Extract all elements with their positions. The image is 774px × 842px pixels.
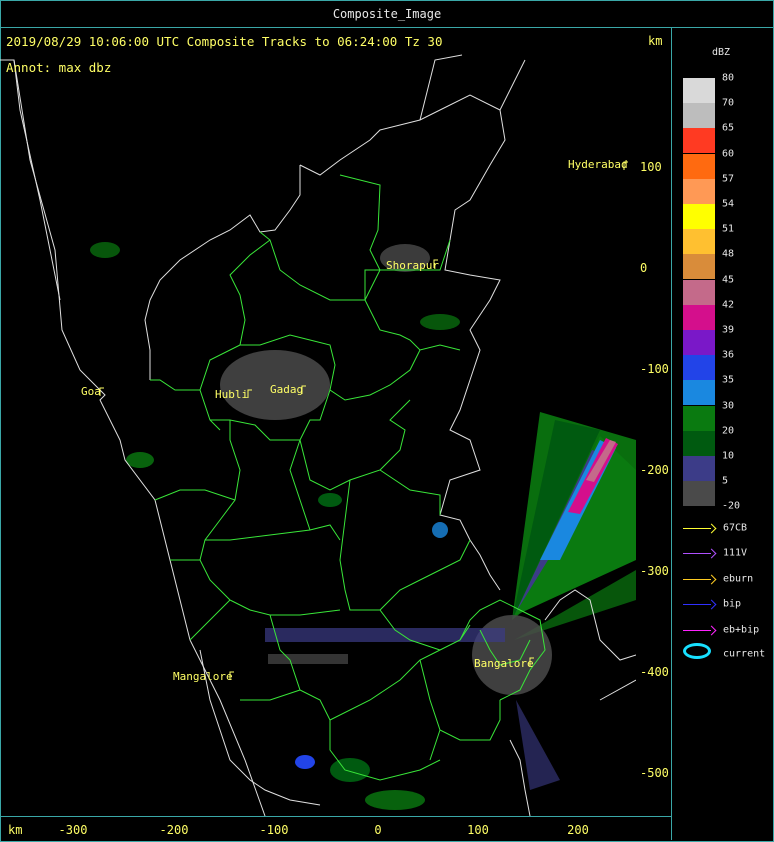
x-tick-label: 0 [374,823,382,837]
legend-swatch [683,128,715,154]
legend-dbz-label: 51 [722,223,735,235]
track-label: eburn [723,573,754,585]
header-timestamp: 2019/08/29 10:06:00 UTC Composite Tracks… [6,34,443,49]
legend-dbz-label: 5 [722,475,729,487]
y-tick-label: 100 [640,160,662,174]
legend-swatch [683,254,715,280]
x-tick-label: -100 [259,823,289,837]
x-tick-label: -300 [58,823,88,837]
city-label-mangalore: Mangalore [173,670,233,683]
x-tick-label: 100 [467,823,489,837]
track-label: bip [723,598,742,610]
legend-swatch [683,279,715,305]
units-top: km [648,34,663,48]
district-boundaries [150,174,546,781]
units-bottom: km [8,823,23,837]
legend-swatch [683,330,715,355]
current-track-icon [683,643,711,659]
x-tick-label: -200 [159,823,189,837]
legend-dbz-label: 80 [722,72,735,84]
legend-dbz-label: 70 [722,97,735,109]
legend-dbz-label: 35 [722,374,735,386]
legend-dbz-label: 54 [722,198,735,210]
radar-sector [512,412,636,790]
legend-dbz-label: 45 [722,274,735,286]
legend-dbz-label: 36 [722,349,735,361]
window-title: Composite_Image [1,1,773,28]
y-tick-label: -400 [640,665,669,679]
y-tick-label: 0 [640,261,648,275]
legend-title: dBZ [712,47,731,58]
axis-divider [1,816,671,817]
city-label-shorapur: Shorapur [386,259,439,272]
city-label-bangalore: Bangalore [474,657,534,670]
legend-swatch [683,153,715,179]
legend-swatch [683,204,715,229]
track-label: eb+bip [723,624,760,636]
legend-swatch [683,481,715,507]
legend-swatch [683,103,715,129]
current-track-label: current [723,648,766,660]
legend-swatch [683,304,715,330]
legend-dbz-label: -20 [722,500,741,512]
track-label: 111V [723,547,748,559]
legend-dbz-label: 65 [722,122,735,134]
legend-dbz-label: 60 [722,148,735,160]
legend-dbz-label: 30 [722,400,735,412]
legend-dbz-label: 20 [722,425,735,437]
city-label-hyderabad: Hyderabad [568,158,628,171]
city-label-hubli: Hubli [215,388,249,401]
legend-dbz-label: 57 [722,173,735,185]
legend-dbz-label: 48 [722,248,735,260]
legend-swatch [683,380,715,406]
city-label-gadag: Gadag [270,383,304,396]
legend-swatch [683,430,715,456]
legend-dbz-label: 10 [722,450,735,462]
annotation-label: Annot: max dbz [6,60,112,75]
y-tick-label: -500 [640,766,669,780]
panel-divider [671,28,672,840]
track-label: 67CB [723,522,748,534]
y-tick-label: -300 [640,564,669,578]
legend-dbz-label: 39 [722,324,735,336]
legend-swatch [683,456,715,481]
legend-swatch [683,78,715,103]
x-tick-label: 200 [567,823,589,837]
legend-swatch [683,178,715,204]
radar-map[interactable] [0,52,636,816]
y-tick-label: -100 [640,362,669,376]
legend-swatch [683,229,715,255]
city-label-goa: Goa [81,385,101,398]
legend-swatch [683,355,715,381]
legend-swatch [683,405,715,431]
clutter-echoes [90,242,552,810]
legend-dbz-label: 42 [722,299,735,311]
y-tick-label: -200 [640,463,669,477]
